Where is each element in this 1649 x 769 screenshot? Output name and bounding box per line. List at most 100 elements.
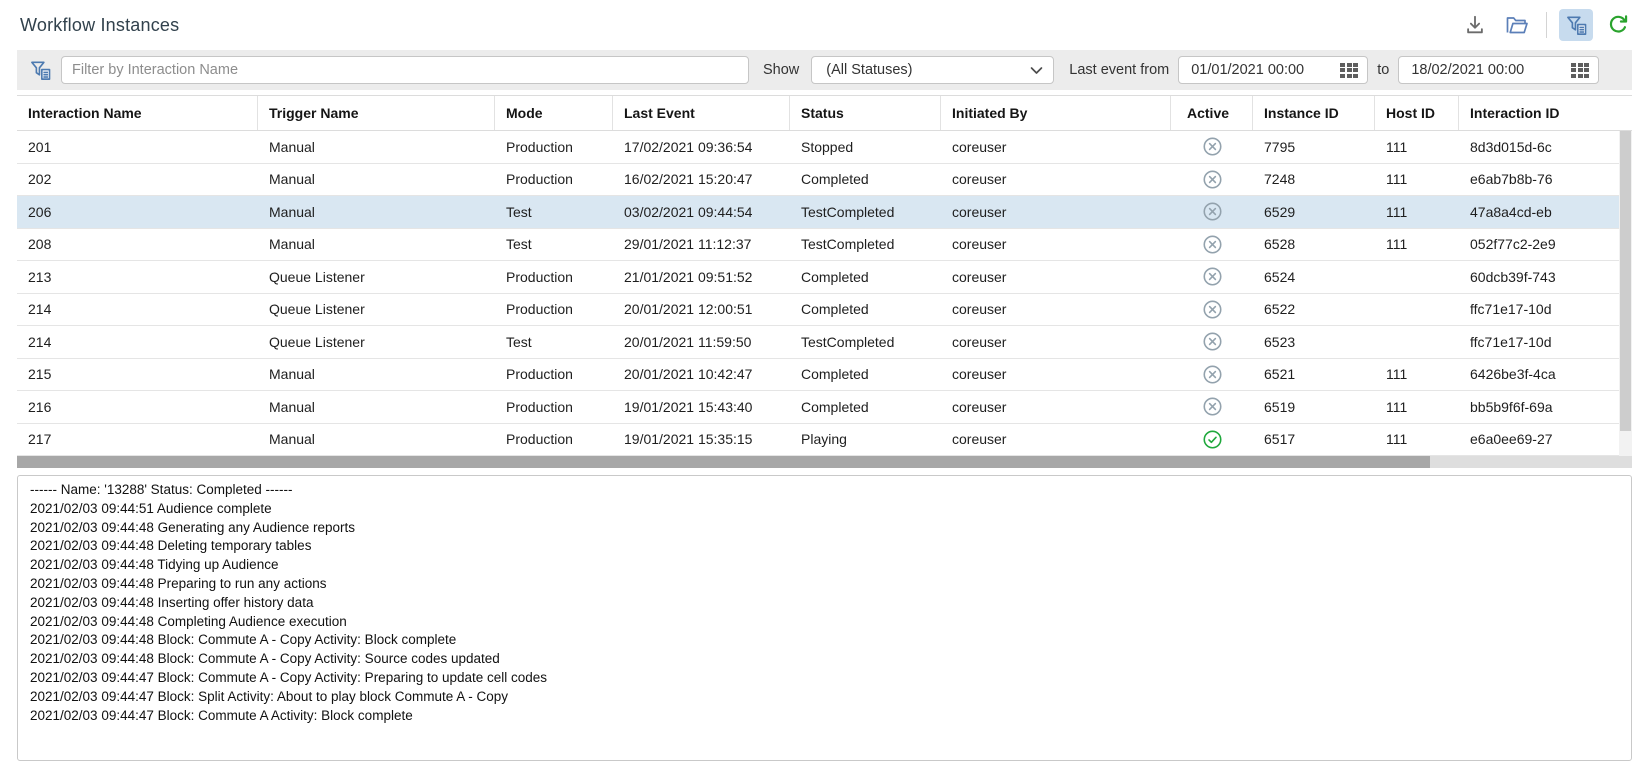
cell-last-event: 19/01/2021 15:35:15 [613, 424, 790, 456]
cell-interaction-name: 214 [17, 294, 258, 326]
table-row[interactable]: 208 Manual Test 29/01/2021 11:12:37 Test… [17, 229, 1619, 262]
date-to-field[interactable]: 18/02/2021 00:00 [1398, 56, 1599, 84]
cell-interaction-id: bb5b9f6f-69a [1459, 391, 1619, 423]
cell-status: TestCompleted [790, 326, 941, 358]
column-header-initiated-by[interactable]: Initiated By [941, 96, 1171, 130]
cell-status: Completed [790, 391, 941, 423]
cell-trigger-name: Manual [258, 391, 495, 423]
column-header-trigger-name[interactable]: Trigger Name [258, 96, 495, 130]
table-row[interactable]: 206 Manual Test 03/02/2021 09:44:54 Test… [17, 196, 1619, 229]
table-vertical-scrollbar[interactable] [1619, 131, 1632, 456]
cell-status: Completed [790, 294, 941, 326]
table-row[interactable]: 214 Queue Listener Test 20/01/2021 11:59… [17, 326, 1619, 359]
cell-instance-id: 6529 [1253, 196, 1375, 228]
log-line: 2021/02/03 09:44:47 Block: Commute A - C… [30, 669, 1619, 688]
cell-host-id: 111 [1375, 229, 1459, 261]
filter-icon [1565, 14, 1588, 37]
cell-last-event: 20/01/2021 11:59:50 [613, 326, 790, 358]
cell-status: Completed [790, 261, 941, 293]
cell-interaction-name: 213 [17, 261, 258, 293]
cell-last-event: 21/01/2021 09:51:52 [613, 261, 790, 293]
column-header-mode[interactable]: Mode [495, 96, 613, 130]
cell-initiated-by: coreuser [941, 424, 1171, 456]
inactive-cross-icon [1202, 364, 1223, 385]
cell-instance-id: 6519 [1253, 391, 1375, 423]
cell-interaction-id: 8d3d015d-6c [1459, 131, 1619, 163]
cell-instance-id: 6522 [1253, 294, 1375, 326]
instances-table: Interaction Name Trigger Name Mode Last … [17, 95, 1632, 456]
cell-instance-id: 6524 [1253, 261, 1375, 293]
table-row[interactable]: 202 Manual Production 16/02/2021 15:20:4… [17, 164, 1619, 197]
cell-interaction-name: 214 [17, 326, 258, 358]
cell-instance-id: 6517 [1253, 424, 1375, 456]
cell-initiated-by: coreuser [941, 326, 1171, 358]
cell-initiated-by: coreuser [941, 294, 1171, 326]
cell-mode: Production [495, 424, 613, 456]
column-header-interaction-id[interactable]: Interaction ID [1459, 96, 1619, 130]
log-line: 2021/02/03 09:44:48 Block: Commute A - C… [30, 631, 1619, 650]
header-divider [1546, 12, 1547, 38]
calendar-icon[interactable] [1340, 63, 1358, 78]
column-header-active[interactable]: Active [1171, 96, 1253, 130]
vertical-scrollbar-thumb[interactable] [1620, 131, 1631, 431]
cell-host-id [1375, 294, 1459, 326]
cell-interaction-name: 216 [17, 391, 258, 423]
log-line: 2021/02/03 09:44:47 Block: Commute A Act… [30, 707, 1619, 726]
log-line: 2021/02/03 09:44:48 Block: Commute A - C… [30, 650, 1619, 669]
cell-host-id: 111 [1375, 131, 1459, 163]
cell-trigger-name: Queue Listener [258, 326, 495, 358]
cell-trigger-name: Queue Listener [258, 261, 495, 293]
cell-host-id: 111 [1375, 196, 1459, 228]
column-header-interaction-name[interactable]: Interaction Name [17, 96, 258, 130]
log-line: ------ Name: '13288' Status: Completed -… [30, 481, 1619, 500]
filter-toggle-button[interactable] [1559, 9, 1593, 41]
cell-mode: Production [495, 294, 613, 326]
table-row[interactable]: 215 Manual Production 20/01/2021 10:42:4… [17, 359, 1619, 392]
cell-host-id: 111 [1375, 164, 1459, 196]
table-row[interactable]: 216 Manual Production 19/01/2021 15:43:4… [17, 391, 1619, 424]
cell-status: TestCompleted [790, 196, 941, 228]
table-horizontal-scrollbar[interactable] [17, 456, 1632, 468]
table-body: 201 Manual Production 17/02/2021 09:36:5… [17, 131, 1632, 456]
cell-active [1171, 196, 1253, 228]
inactive-cross-icon [1202, 266, 1223, 287]
instance-log-panel[interactable]: ------ Name: '13288' Status: Completed -… [17, 475, 1632, 761]
interaction-name-filter-input[interactable] [61, 56, 749, 84]
inactive-cross-icon [1202, 331, 1223, 352]
refresh-button[interactable] [1601, 9, 1635, 41]
table-row[interactable]: 201 Manual Production 17/02/2021 09:36:5… [17, 131, 1619, 164]
table-row[interactable]: 217 Manual Production 19/01/2021 15:35:1… [17, 424, 1619, 457]
table-row[interactable]: 214 Queue Listener Production 20/01/2021… [17, 294, 1619, 327]
column-header-last-event[interactable]: Last Event [613, 96, 790, 130]
cell-interaction-id: ffc71e17-10d [1459, 294, 1619, 326]
cell-interaction-name: 202 [17, 164, 258, 196]
cell-active [1171, 424, 1253, 456]
column-header-instance-id[interactable]: Instance ID [1253, 96, 1375, 130]
cell-instance-id: 7795 [1253, 131, 1375, 163]
cell-trigger-name: Queue Listener [258, 294, 495, 326]
cell-last-event: 20/01/2021 12:00:51 [613, 294, 790, 326]
cell-initiated-by: coreuser [941, 391, 1171, 423]
table-row[interactable]: 213 Queue Listener Production 21/01/2021… [17, 261, 1619, 294]
column-header-status[interactable]: Status [790, 96, 941, 130]
cell-last-event: 17/02/2021 09:36:54 [613, 131, 790, 163]
cell-initiated-by: coreuser [941, 359, 1171, 391]
date-from-value: 01/01/2021 00:00 [1191, 62, 1304, 78]
download-icon [1464, 14, 1486, 36]
cell-interaction-id: e6a0ee69-27 [1459, 424, 1619, 456]
inactive-cross-icon [1202, 201, 1223, 222]
cell-mode: Test [495, 229, 613, 261]
cell-host-id: 111 [1375, 359, 1459, 391]
date-from-field[interactable]: 01/01/2021 00:00 [1178, 56, 1368, 84]
cell-initiated-by: coreuser [941, 261, 1171, 293]
cell-interaction-name: 215 [17, 359, 258, 391]
cell-last-event: 29/01/2021 11:12:37 [613, 229, 790, 261]
calendar-icon[interactable] [1571, 63, 1589, 78]
status-dropdown[interactable]: (All Statuses) [811, 56, 1054, 84]
cell-status: TestCompleted [790, 229, 941, 261]
open-folder-button[interactable] [1500, 9, 1534, 41]
horizontal-scrollbar-thumb[interactable] [17, 456, 1430, 468]
column-header-host-id[interactable]: Host ID [1375, 96, 1459, 130]
download-button[interactable] [1458, 9, 1492, 41]
log-line: 2021/02/03 09:44:48 Generating any Audie… [30, 519, 1619, 538]
